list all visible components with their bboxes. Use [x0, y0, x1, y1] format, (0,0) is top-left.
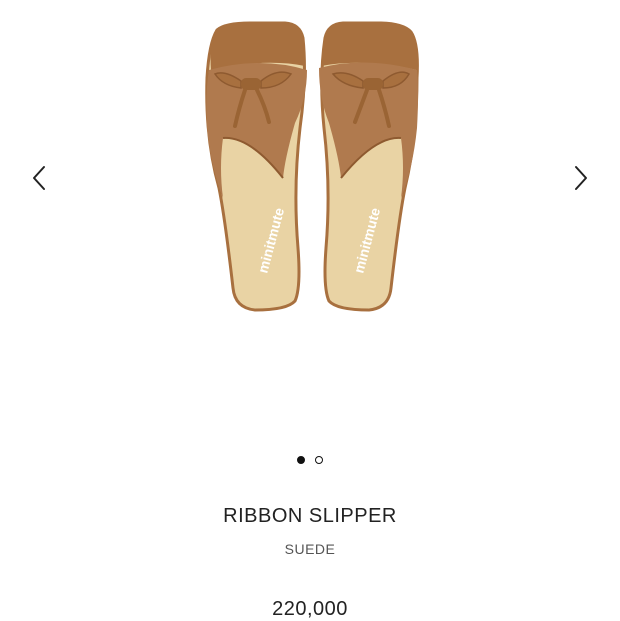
- product-price: 220,000: [272, 598, 348, 620]
- pagination-dot-1[interactable]: [297, 456, 305, 464]
- previous-image-button[interactable]: [24, 160, 54, 196]
- chevron-right-icon: [575, 166, 587, 190]
- gallery-pagination: [0, 456, 620, 464]
- left-slipper: minitmute: [205, 21, 307, 312]
- product-variant: SUEDE: [284, 541, 336, 557]
- product-title: RIBBON SLIPPER: [223, 505, 397, 527]
- product-image-slippers: minitmute minitmute: [205, 21, 419, 312]
- pagination-dot-2[interactable]: [315, 456, 323, 464]
- product-gallery: minitmute minitmute: [0, 0, 620, 440]
- chevron-left-icon: [33, 166, 45, 190]
- next-image-button[interactable]: [566, 160, 596, 196]
- right-slipper: minitmute: [319, 21, 419, 312]
